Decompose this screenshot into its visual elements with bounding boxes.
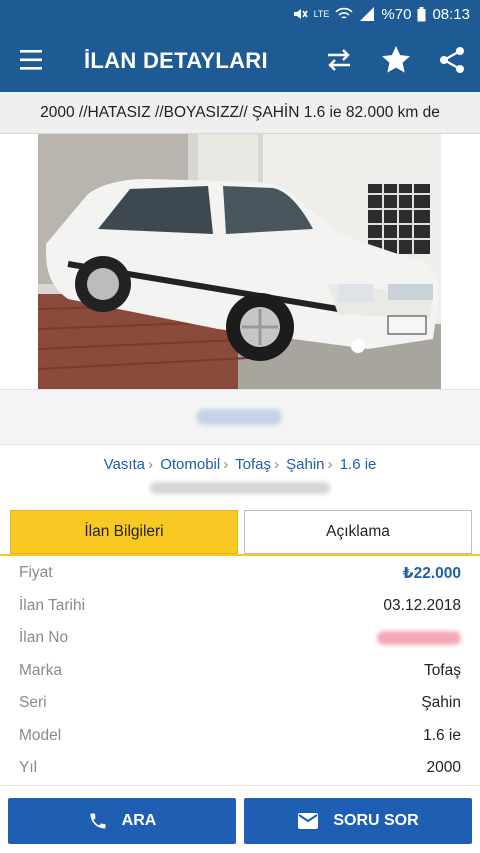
- detail-row-series: Seri Şahin: [0, 687, 480, 720]
- call-button-label: ARA: [121, 812, 157, 829]
- seller-name-redacted: [196, 409, 282, 425]
- ask-button-label: SORU SOR: [333, 812, 419, 829]
- detail-label: Yıl: [19, 759, 38, 777]
- breadcrumb-item[interactable]: Otomobil: [160, 456, 220, 473]
- phone-icon: [90, 813, 106, 829]
- tab-listing-info[interactable]: İlan Bilgileri: [10, 510, 238, 554]
- hamburger-menu-icon[interactable]: [16, 46, 50, 74]
- detail-value: Tofaş: [423, 661, 461, 679]
- signal-icon: [360, 7, 375, 21]
- detail-value: Şahin: [421, 694, 461, 712]
- clock: 08:13: [432, 5, 470, 23]
- app-bar: İLAN DETAYLARI: [0, 28, 480, 92]
- star-icon[interactable]: [380, 44, 412, 76]
- breadcrumb-separator: ›: [148, 456, 154, 473]
- breadcrumb-item[interactable]: Vasıta: [104, 456, 145, 473]
- detail-label: İlan Tarihi: [19, 596, 86, 614]
- network-type: LTE: [313, 8, 330, 19]
- detail-row-price: Fiyat ₺22.000: [0, 557, 480, 590]
- detail-row-year: Yıl 2000: [0, 752, 480, 785]
- listing-no-redacted: [377, 631, 461, 646]
- detail-row-listing-no: İlan No: [0, 622, 480, 655]
- detail-row-model: Model 1.6 ie: [0, 720, 480, 753]
- page-title: İLAN DETAYLARI: [84, 48, 268, 73]
- detail-value: 03.12.2018: [383, 596, 461, 614]
- car-photo[interactable]: [38, 134, 441, 389]
- wifi-icon: [335, 7, 354, 19]
- detail-label: Model: [19, 726, 62, 744]
- bottom-action-bar: ARA SORU SOR: [0, 785, 480, 853]
- share-icon[interactable]: [436, 44, 468, 76]
- ask-question-button[interactable]: SORU SOR: [244, 798, 472, 844]
- tab-description[interactable]: Açıklama: [244, 510, 472, 554]
- tab-bar: İlan Bilgileri Açıklama: [0, 510, 480, 556]
- tab-underline: [0, 554, 480, 556]
- battery-percent: %70: [381, 5, 412, 23]
- breadcrumb-item[interactable]: Şahin: [286, 456, 324, 473]
- battery-icon: [417, 6, 426, 21]
- swap-arrows-icon[interactable]: [323, 44, 355, 76]
- detail-label: Seri: [19, 694, 47, 712]
- status-bar: LTE %70 08:13: [0, 0, 480, 28]
- detail-row-date: İlan Tarihi 03.12.2018: [0, 590, 480, 623]
- location-redacted: [150, 482, 330, 494]
- breadcrumb-separator: ›: [327, 456, 333, 473]
- detail-label: İlan No: [19, 629, 69, 647]
- detail-row-brand: Marka Tofaş: [0, 655, 480, 688]
- breadcrumb-item[interactable]: 1.6 ie: [340, 456, 377, 473]
- call-button[interactable]: ARA: [8, 798, 236, 844]
- breadcrumb-separator: ›: [223, 456, 229, 473]
- listing-headline: 2000 //HATASIZ //BOYASIZZ// ŞAHİN 1.6 ie…: [0, 92, 480, 134]
- detail-value: 1.6 ie: [423, 726, 461, 744]
- breadcrumb: Vasıta › Otomobil › Tofaş › Şahin › 1.6 ie: [0, 456, 480, 473]
- seller-box[interactable]: [0, 389, 480, 445]
- breadcrumb-separator: ›: [273, 456, 279, 473]
- mute-icon: [293, 9, 308, 19]
- detail-label: Fiyat: [19, 564, 53, 582]
- breadcrumb-item[interactable]: Tofaş: [235, 456, 271, 473]
- mail-icon: [298, 813, 319, 829]
- detail-value: 2000: [426, 759, 461, 777]
- detail-label: Marka: [19, 661, 63, 679]
- details-list: Fiyat ₺22.000 İlan Tarihi 03.12.2018 İla…: [0, 557, 480, 785]
- price-value: ₺22.000: [402, 564, 461, 582]
